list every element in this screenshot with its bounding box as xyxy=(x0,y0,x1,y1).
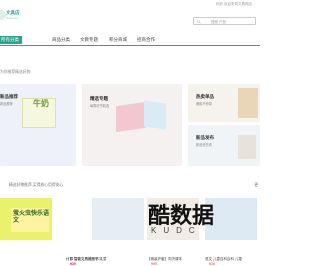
nav-item-partnership[interactable]: 招商合作 xyxy=(134,36,158,44)
product-price: ¥29 xyxy=(70,262,76,266)
product-image-text: 牛奶 xyxy=(33,99,49,108)
search-placeholder: 搜索 产品 xyxy=(211,19,226,24)
nav-item-topics[interactable]: 文教专题 xyxy=(77,36,101,44)
card-subtitle: 每周好书精选 xyxy=(90,104,110,108)
card-subtitle: 爆款不停歇 xyxy=(196,102,212,106)
card-title: 新品推荐 xyxy=(0,94,18,99)
card-subtitle: 新品推荐 xyxy=(0,102,13,106)
product-image xyxy=(238,135,256,159)
promo-line: 为你推荐精选好物 xyxy=(0,70,31,74)
gift-box-image xyxy=(144,100,166,130)
watermark-subtitle: KUDC xyxy=(151,226,202,235)
search-icon[interactable] xyxy=(197,20,201,24)
top-bar: 你好,欢迎来到文具网店 xyxy=(0,0,260,10)
gift-box-image xyxy=(116,101,146,133)
section-label: 精选好物推荐,买得放心用得安心 xyxy=(9,183,64,187)
welcome-text: 你好,欢迎来到文具网店 xyxy=(216,2,252,6)
product-card[interactable]: 萤火虫快乐语文 xyxy=(0,198,52,256)
nav-item-points-mall[interactable]: 积分商城 xyxy=(106,36,130,44)
nav-item-all-categories[interactable]: 所有分类 xyxy=(0,36,22,44)
card-title: 精选专题 xyxy=(90,96,108,101)
section-more-link[interactable]: 更 xyxy=(254,183,258,188)
nav-item-categories[interactable]: 商品分类 xyxy=(49,36,73,44)
product-image xyxy=(238,88,258,118)
card-subtitle: 新品抢先看 xyxy=(196,143,212,147)
logo-subtitle: stationery xyxy=(6,16,20,20)
section-header: 精选好物推荐,买得放心用得安心 更 xyxy=(0,182,260,190)
card-hot-items[interactable]: 热卖单品 爆款不停歇 xyxy=(188,84,260,122)
main-nav: 所有分类 商品分类 文教专题 积分商城 招商合作 xyxy=(0,34,260,46)
card-title: 热卖单品 xyxy=(196,94,214,99)
product-price: ¥26 xyxy=(209,262,215,266)
book-cover-title: 萤火虫快乐语文 xyxy=(13,211,50,224)
search-input[interactable]: 搜索 产品 xyxy=(193,17,256,25)
card-featured-topics[interactable]: 精选专题 每周好书精选 xyxy=(82,84,182,166)
card-new-products[interactable]: 新品推荐 新品推荐 牛奶 xyxy=(0,84,76,166)
watermark: 酷数据 KUDC xyxy=(118,190,238,240)
card-title: 新品发布 xyxy=(196,135,214,140)
card-new-releases[interactable]: 新品发布 新品抢先看 xyxy=(188,125,260,166)
product-price: ¥99 xyxy=(151,262,157,266)
